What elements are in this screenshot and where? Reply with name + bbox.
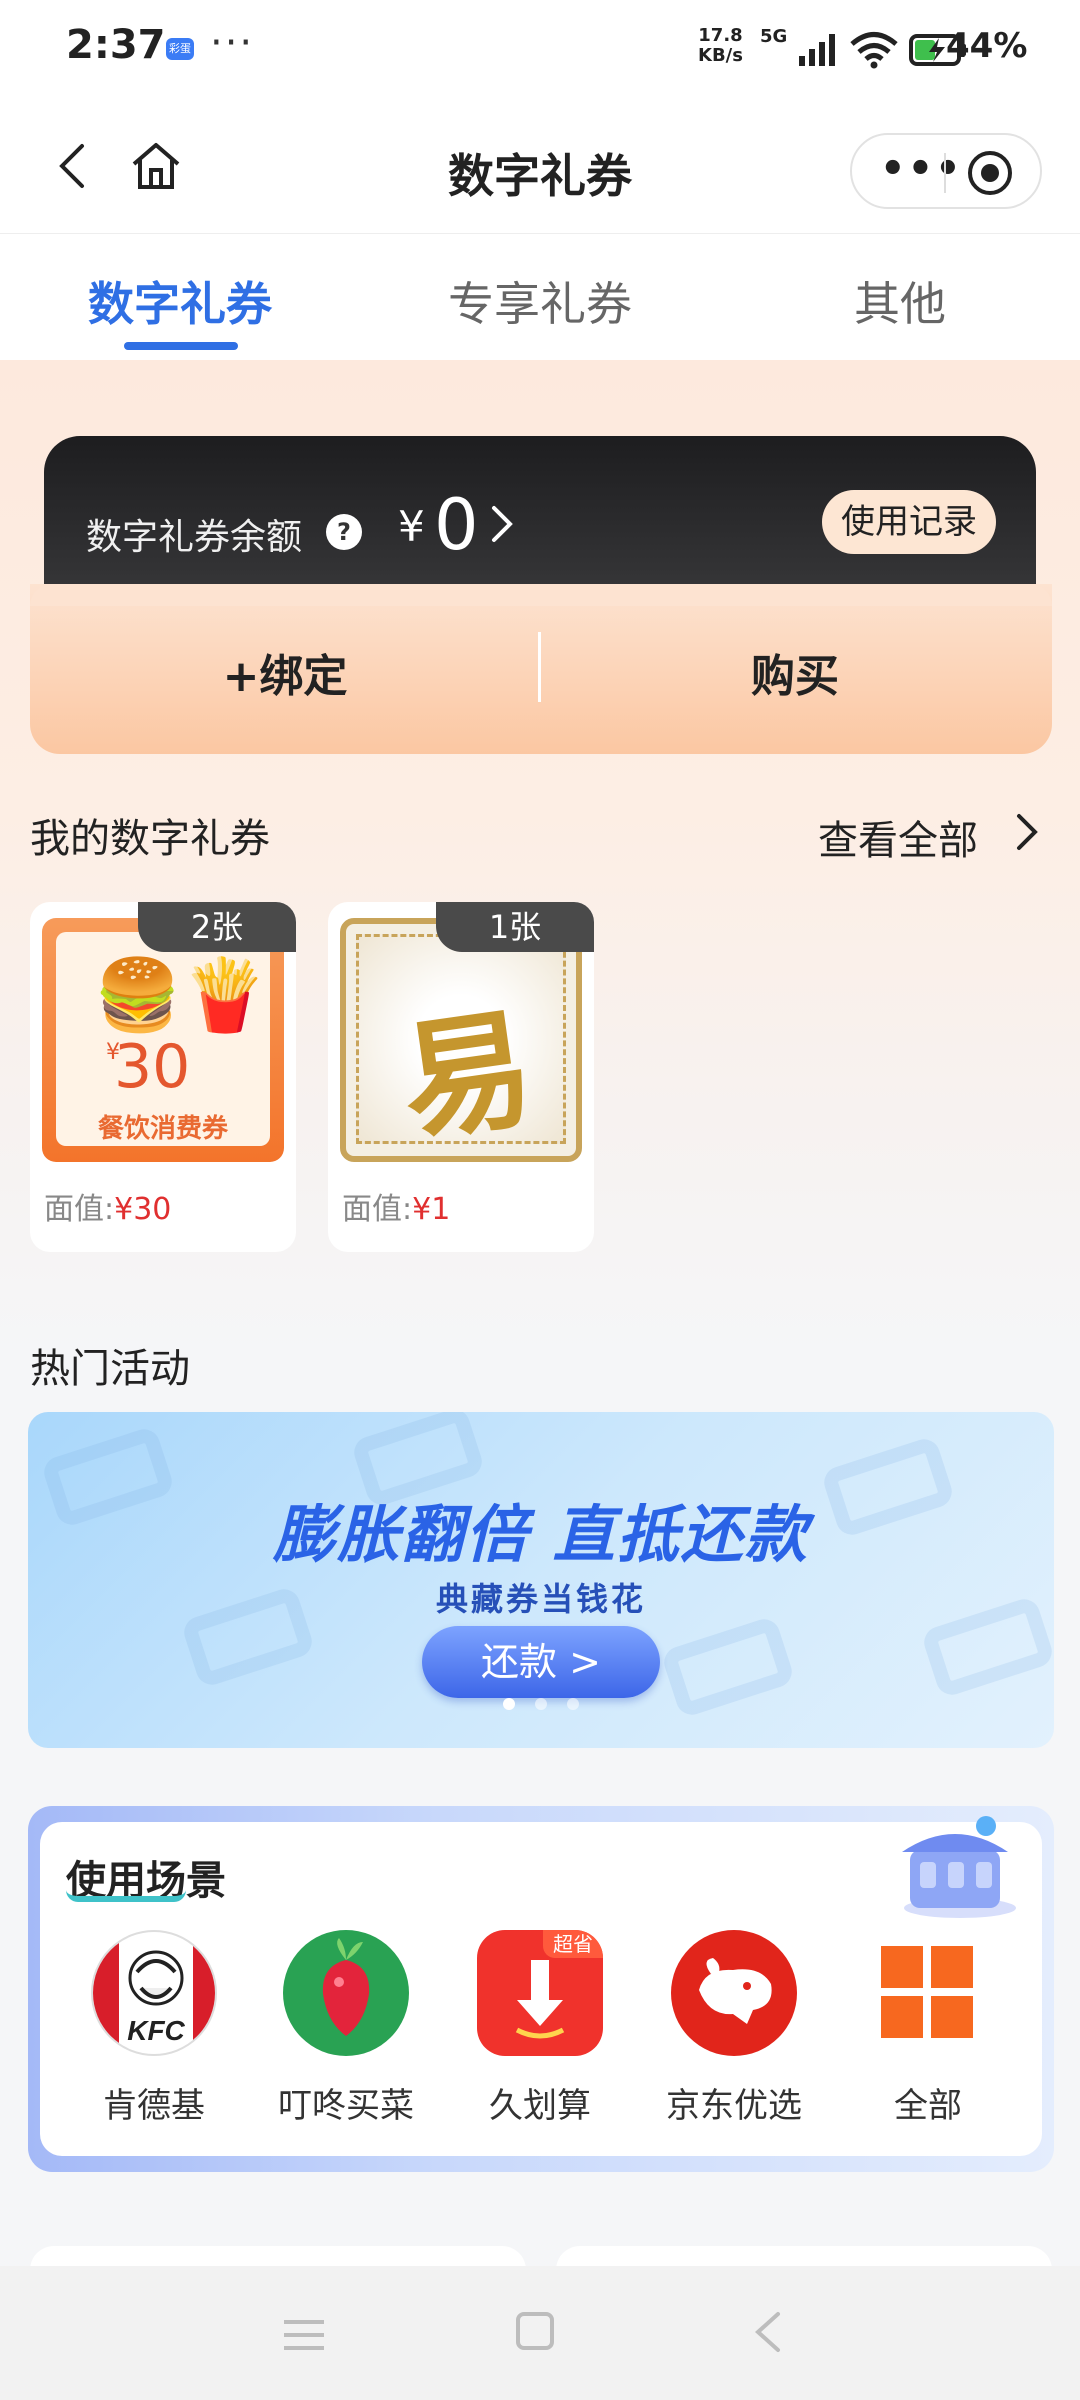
app-notification-icon: 彩蛋 — [166, 38, 194, 60]
gold-calligraphy-glyph: 易 — [392, 990, 543, 1161]
more-options-icon[interactable]: ••• — [880, 149, 963, 189]
title-underline-decoration — [66, 1890, 186, 1902]
status-bar: 2:37 彩蛋 ··· 17.8 KB/s 5G 44% — [0, 0, 1080, 100]
target-icon[interactable] — [968, 151, 1012, 195]
coupon-count-badge: 2张 — [138, 902, 296, 952]
balance-label: 数字礼券余额 — [86, 517, 303, 558]
coupon-value-row: 面值:¥1 — [342, 1184, 450, 1228]
coupon-card-food[interactable]: 🍔🍟 ¥ 30 餐饮消费券 2张 面值:¥30 — [30, 902, 296, 1252]
more-notifications-icon: ··· — [210, 20, 255, 66]
kfc-logo-icon: KFC — [91, 1930, 217, 2056]
net-speed-value: 17.8 — [698, 25, 743, 46]
system-back-icon[interactable] — [748, 2310, 788, 2354]
burger-fries-icon: 🍔🍟 — [94, 954, 269, 1036]
tab-digital-coupon[interactable]: 数字礼券 — [0, 268, 360, 334]
banner-headline: 膨胀翻倍 直抵还款 — [273, 1498, 809, 1571]
miniapp-capsule: ••• — [850, 133, 1042, 209]
scene-kfc[interactable]: KFC 肯德基 — [54, 1930, 254, 2127]
balance-amount[interactable]: 0 — [434, 484, 479, 566]
coupon-value: ¥1 — [412, 1192, 451, 1227]
building-illustration-icon — [902, 1816, 1016, 1918]
scene-juhuasuan[interactable]: 超省 久划算 — [440, 1930, 640, 2127]
nav-bar: 数字礼券 ••• — [0, 100, 1080, 234]
pagination-dot[interactable] — [503, 1698, 515, 1710]
help-icon[interactable]: ? — [326, 514, 362, 550]
scene-dingdong[interactable]: 叮咚买菜 — [246, 1930, 446, 2127]
scene-jd[interactable]: 京东优选 — [634, 1930, 834, 2127]
gold-coupon-image: 易 — [340, 918, 582, 1162]
recent-apps-icon[interactable] — [282, 2318, 326, 2352]
coupon-card-yi[interactable]: 易 1张 面值:¥1 — [328, 902, 594, 1252]
action-card: +绑定 购买 — [30, 584, 1052, 754]
activity-banner[interactable]: 膨胀翻倍 直抵还款 典藏券当钱花 还款 > — [28, 1412, 1054, 1748]
coupon-value-label: 面值: — [44, 1192, 115, 1227]
jd-dog-icon — [671, 1930, 797, 2056]
tab-exclusive-coupon[interactable]: 专享礼券 — [360, 268, 720, 334]
food-coupon-image: 🍔🍟 ¥ 30 餐饮消费券 — [42, 918, 284, 1162]
grid-all-icon — [865, 1930, 991, 2056]
banner-subtitle: 典藏券当钱花 — [435, 1580, 646, 1618]
scene-label: 叮咚买菜 — [278, 2086, 414, 2126]
system-nav-bar — [0, 2266, 1080, 2400]
hot-activities-title: 热门活动 — [30, 1346, 190, 1392]
tab-active-indicator — [124, 342, 238, 350]
view-all-chevron-icon[interactable] — [1014, 812, 1040, 852]
pagination-dot[interactable] — [567, 1698, 579, 1710]
view-all-link[interactable]: 查看全部 — [818, 808, 978, 866]
net-speed-unit: KB/s — [698, 45, 743, 66]
wifi-icon — [850, 32, 898, 69]
juhuasuan-arrow-icon: 超省 — [477, 1930, 603, 2056]
scene-label: 全部 — [894, 2086, 962, 2126]
food-coupon-label: 餐饮消费券 — [97, 1114, 228, 1144]
banner-pagination — [28, 1698, 1054, 1710]
capsule-divider — [944, 153, 946, 193]
signal-icon — [799, 34, 836, 66]
battery-percent: 44% — [946, 26, 1028, 66]
coupon-count-badge: 1张 — [436, 902, 594, 952]
scene-label: 久划算 — [489, 2086, 591, 2126]
juhuasuan-badge: 超省 — [543, 1930, 603, 1958]
system-home-icon[interactable] — [516, 2312, 554, 2350]
pagination-dot[interactable] — [535, 1698, 547, 1710]
status-icons: 5G — [760, 26, 969, 72]
scene-label: 肯德基 — [103, 2086, 205, 2126]
network-type: 5G — [760, 26, 788, 47]
net-speed: 17.8 KB/s — [698, 26, 743, 66]
kfc-logo-text: KFC — [127, 2015, 185, 2046]
usage-history-button[interactable]: 使用记录 — [822, 490, 996, 554]
dingdong-radish-icon — [283, 1930, 409, 2056]
buy-button[interactable]: 购买 — [540, 640, 1050, 704]
my-coupons-title: 我的数字礼券 — [30, 816, 270, 862]
tab-bar: 数字礼券 专享礼券 其他 — [0, 234, 1080, 360]
scene-label: 京东优选 — [666, 2086, 802, 2126]
scene-all[interactable]: 全部 — [828, 1930, 1028, 2127]
bind-button[interactable]: +绑定 — [30, 640, 540, 704]
status-time: 2:37 — [66, 22, 166, 68]
coupon-value-row: 面值:¥30 — [44, 1184, 171, 1228]
balance-currency: ¥ — [398, 502, 425, 551]
coupon-value: ¥30 — [114, 1192, 172, 1227]
repay-button[interactable]: 还款 > — [422, 1626, 660, 1698]
chevron-right-icon[interactable] — [490, 504, 514, 544]
tab-other[interactable]: 其他 — [720, 268, 1080, 334]
food-coupon-face-value: 30 — [114, 1032, 191, 1102]
coupon-value-label: 面值: — [342, 1192, 413, 1227]
